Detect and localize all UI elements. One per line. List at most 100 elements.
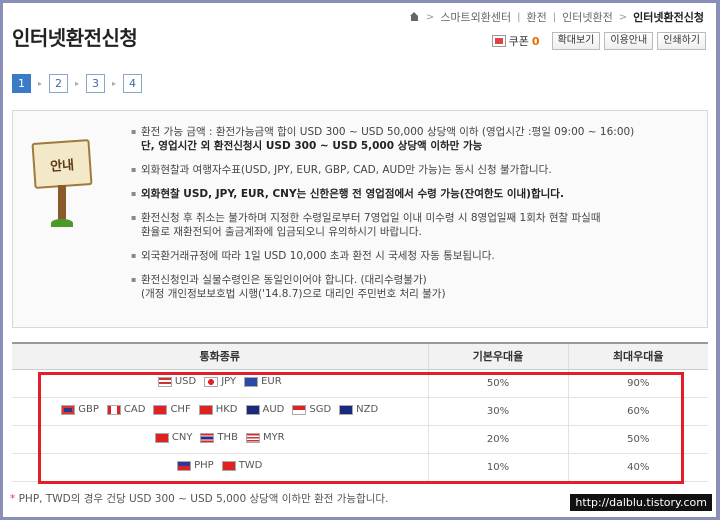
hk-flag-icon bbox=[198, 404, 213, 415]
nz-flag-icon bbox=[339, 404, 354, 415]
tw-flag-icon bbox=[221, 460, 236, 471]
notice-item: 외국환거래규정에 따라 1일 USD 10,000 초과 환전 시 국세청 자동… bbox=[131, 249, 701, 263]
cn-flag-icon bbox=[154, 432, 169, 443]
currency-item: NZD bbox=[339, 404, 378, 415]
footnote: * PHP, TWD의 경우 건당 USD 300 ~ USD 5,000 상당… bbox=[10, 491, 388, 506]
table-row: USD JPY EUR 50% 90% bbox=[12, 369, 708, 398]
ph-flag-icon bbox=[177, 460, 192, 471]
print-button[interactable]: 인쇄하기 bbox=[657, 32, 706, 50]
footnote-text: PHP, TWD의 경우 건당 USD 300 ~ USD 5,000 상당액 … bbox=[15, 493, 389, 505]
breadcrumb-separator-icon: | bbox=[517, 11, 521, 23]
eu-flag-icon bbox=[244, 376, 259, 387]
currency-code: EUR bbox=[261, 376, 282, 388]
step-indicator: 1 ▸ 2 ▸ 3 ▸ 4 bbox=[12, 74, 142, 93]
currency-item: CNY bbox=[154, 432, 193, 444]
ca-flag-icon bbox=[106, 404, 121, 415]
breadcrumb-item[interactable]: 인터넷환전 bbox=[562, 9, 613, 25]
sg-flag-icon bbox=[292, 404, 307, 415]
currency-code: GBP bbox=[78, 404, 99, 416]
ch-flag-icon bbox=[153, 404, 168, 415]
table-header-row: 통화종류 기본우대율 최대우대율 bbox=[12, 342, 708, 370]
currency-item: CAD bbox=[106, 404, 146, 416]
currency-code: CNY bbox=[171, 432, 193, 444]
home-icon[interactable] bbox=[409, 12, 420, 22]
zoom-button[interactable]: 확대보기 bbox=[551, 32, 601, 50]
breadcrumb: > 스마트외환센터 | 환전 | 인터넷환전 > 인터넷환전신청 bbox=[409, 9, 704, 25]
notice-text: (개정 개인정보보호법 시행('14.8.7)으로 대리인 주민번호 처리 불가… bbox=[141, 288, 446, 300]
notice-text: 환전신청 후 취소는 불가하며 지정한 수령일로부터 7영업일 이내 미수령 시… bbox=[141, 212, 601, 224]
breadcrumb-separator-icon: > bbox=[425, 11, 435, 23]
step-2[interactable]: 2 bbox=[49, 74, 68, 93]
notice-text: 환전 가능 금액 : 환전가능금액 합이 USD 300 ~ USD 50,00… bbox=[141, 126, 635, 138]
currency-code: MYR bbox=[262, 432, 285, 444]
currency-cell: GBP CAD CHF HKD AUD SGD NZD bbox=[12, 397, 428, 426]
column-header-currency: 통화종류 bbox=[12, 342, 428, 370]
coupon-count: 0 bbox=[531, 34, 540, 48]
currency-code: SGD bbox=[309, 404, 332, 416]
column-header-base-rate: 기본우대율 bbox=[427, 342, 568, 370]
max-rate-cell: 40% bbox=[567, 453, 708, 482]
jp-flag-icon bbox=[204, 376, 219, 387]
coupon-label: 쿠폰 bbox=[508, 35, 529, 48]
table-row: PHP TWD 10% 40% bbox=[12, 453, 708, 482]
currency-code: USD bbox=[174, 376, 197, 388]
toolbar: 쿠폰 0 확대보기 이용안내 인쇄하기 bbox=[491, 32, 706, 50]
breadcrumb-separator-icon: > bbox=[618, 11, 628, 23]
breadcrumb-item[interactable]: 환전 bbox=[527, 9, 547, 25]
base-rate-cell: 50% bbox=[427, 369, 568, 398]
step-arrow-icon: ▸ bbox=[111, 79, 116, 88]
guide-button[interactable]: 이용안내 bbox=[604, 32, 654, 50]
breadcrumb-item[interactable]: 스마트외환센터 bbox=[440, 9, 511, 25]
us-flag-icon bbox=[157, 376, 172, 387]
currency-item: AUD bbox=[245, 404, 285, 416]
currency-code: JPY bbox=[221, 376, 237, 388]
currency-cell: CNY THB MYR bbox=[12, 425, 428, 454]
notice-sign-icon: 안내 bbox=[31, 131, 101, 231]
th-flag-icon bbox=[200, 432, 215, 443]
column-header-max-rate: 최대우대율 bbox=[567, 342, 708, 370]
currency-item: PHP bbox=[177, 460, 214, 471]
currency-item: MYR bbox=[245, 432, 285, 444]
notice-list: 환전 가능 금액 : 환전가능금액 합이 USD 300 ~ USD 50,00… bbox=[131, 125, 701, 311]
currency-item: USD bbox=[157, 376, 197, 388]
currency-code: TWD bbox=[238, 460, 263, 472]
step-1[interactable]: 1 bbox=[12, 74, 31, 93]
currency-code: HKD bbox=[215, 404, 238, 416]
notice-text: 외국환거래규정에 따라 1일 USD 10,000 초과 환전 시 국세청 자동… bbox=[141, 250, 495, 262]
notice-item: 외화현찰과 여행자수표(USD, JPY, EUR, GBP, CAD, AUD… bbox=[131, 163, 701, 177]
currency-item: SGD bbox=[292, 404, 331, 415]
currency-item: CHF bbox=[153, 404, 191, 416]
coupon-icon bbox=[491, 35, 506, 47]
currency-item: EUR bbox=[244, 376, 282, 387]
base-rate-cell: 10% bbox=[427, 453, 568, 482]
sign-grass bbox=[51, 219, 73, 227]
currency-code: CAD bbox=[123, 404, 146, 416]
coupon[interactable]: 쿠폰 0 bbox=[491, 33, 540, 49]
currency-code: NZD bbox=[356, 404, 379, 416]
table-row: GBP CAD CHF HKD AUD SGD NZD 30% 60% bbox=[12, 397, 708, 426]
step-4[interactable]: 4 bbox=[123, 74, 142, 93]
currency-code: AUD bbox=[262, 404, 285, 416]
step-arrow-icon: ▸ bbox=[74, 79, 79, 88]
notice-text: 외화현찰 USD, JPY, EUR, CNY는 신한은행 전 영업점에서 수령… bbox=[141, 188, 564, 200]
currency-item: HKD bbox=[198, 404, 238, 416]
my-flag-icon bbox=[245, 432, 260, 443]
notice-box: 안내 환전 가능 금액 : 환전가능금액 합이 USD 300 ~ USD 50… bbox=[12, 110, 708, 328]
table-row: CNY THB MYR 20% 50% bbox=[12, 425, 708, 454]
notice-text: 단, 영업시간 외 환전신청시 USD 300 ~ USD 5,000 상당액 … bbox=[141, 140, 483, 152]
notice-item: 환전신청인과 실물수령인은 동일인이어야 합니다. (대리수령불가) (개정 개… bbox=[131, 273, 701, 301]
breadcrumb-separator-icon: | bbox=[552, 11, 557, 23]
currency-item: JPY bbox=[204, 376, 236, 387]
max-rate-cell: 90% bbox=[567, 369, 708, 398]
currency-item: GBP bbox=[61, 404, 99, 415]
au-flag-icon bbox=[245, 404, 260, 415]
gb-flag-icon bbox=[61, 404, 76, 415]
notice-item: 환전 가능 금액 : 환전가능금액 합이 USD 300 ~ USD 50,00… bbox=[131, 125, 701, 153]
currency-code: CHF bbox=[170, 404, 191, 416]
breadcrumb-current: 인터넷환전신청 bbox=[633, 11, 704, 24]
step-3[interactable]: 3 bbox=[86, 74, 105, 93]
currency-code: THB bbox=[217, 432, 238, 444]
preferential-rate-table: 통화종류 기본우대율 최대우대율 USD JPY EUR 50% 90% GBP CAD CH… bbox=[12, 342, 708, 482]
currency-cell: USD JPY EUR bbox=[12, 369, 428, 398]
base-rate-cell: 20% bbox=[427, 425, 568, 454]
